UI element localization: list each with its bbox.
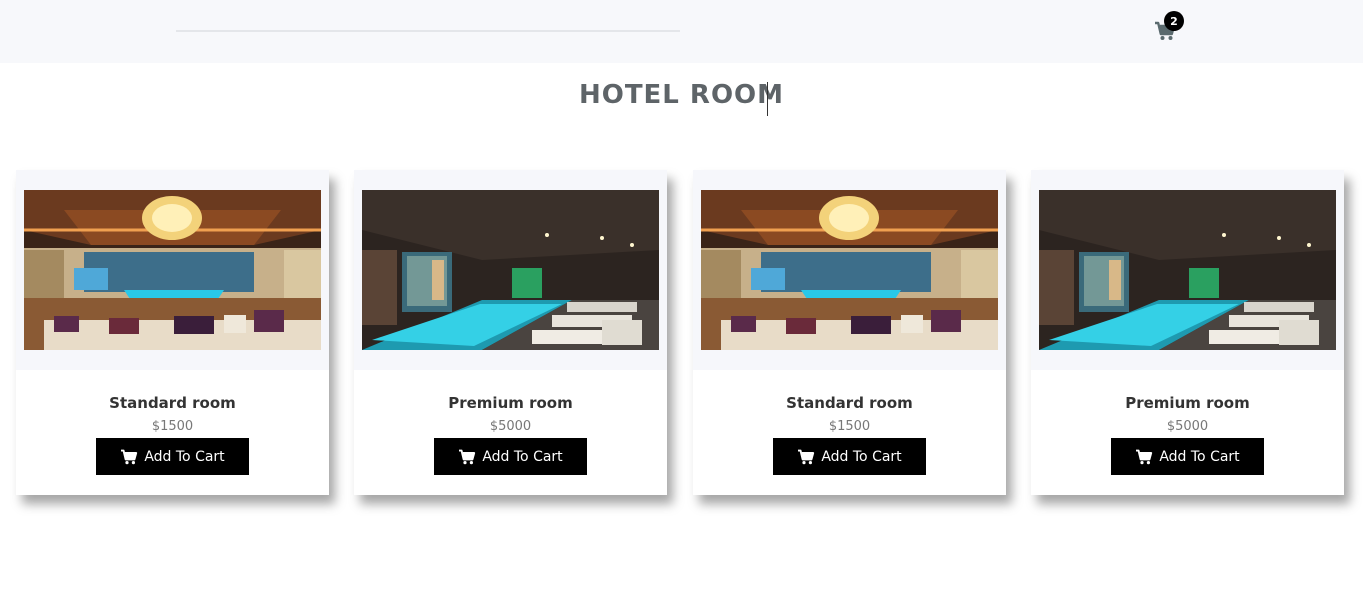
cart-button[interactable]: 2 (1154, 11, 1184, 43)
room-card: Standard room $1500 Add To Cart (693, 170, 1006, 495)
add-to-cart-button[interactable]: Add To Cart (773, 438, 926, 475)
room-media (693, 170, 1006, 370)
add-to-cart-button[interactable]: Add To Cart (434, 438, 587, 475)
add-to-cart-label: Add To Cart (482, 448, 563, 465)
text-caret (767, 82, 768, 116)
room-name: Standard room (786, 394, 913, 412)
room-media (354, 170, 667, 370)
add-to-cart-label: Add To Cart (144, 448, 225, 465)
page-title: HOTEL ROOM (578, 80, 785, 110)
room-card: Standard room $1500 Add To Cart (16, 170, 329, 495)
standard-room-image (701, 190, 998, 350)
standard-room-image (24, 190, 321, 350)
cart-icon (798, 449, 815, 464)
top-navbar: 2 (0, 0, 1363, 63)
room-name: Premium room (1125, 394, 1250, 412)
premium-room-image (362, 190, 659, 350)
room-price: $1500 (151, 419, 194, 434)
cart-icon (1136, 449, 1153, 464)
premium-room-image (1039, 190, 1336, 350)
room-media (16, 170, 329, 370)
add-to-cart-label: Add To Cart (1159, 448, 1240, 465)
room-name: Standard room (109, 394, 236, 412)
room-price: $1500 (828, 419, 871, 434)
cart-icon (121, 449, 138, 464)
room-price: $5000 (1166, 419, 1209, 434)
add-to-cart-button[interactable]: Add To Cart (96, 438, 249, 475)
cart-icon (459, 449, 476, 464)
add-to-cart-label: Add To Cart (821, 448, 902, 465)
add-to-cart-button[interactable]: Add To Cart (1111, 438, 1264, 475)
cart-count-badge: 2 (1164, 11, 1184, 31)
room-price: $5000 (489, 419, 532, 434)
room-name: Premium room (448, 394, 573, 412)
room-card: Premium room $5000 Add To Cart (1031, 170, 1344, 495)
search-underline[interactable] (176, 30, 680, 32)
room-media (1031, 170, 1344, 370)
room-card: Premium room $5000 Add To Cart (354, 170, 667, 495)
